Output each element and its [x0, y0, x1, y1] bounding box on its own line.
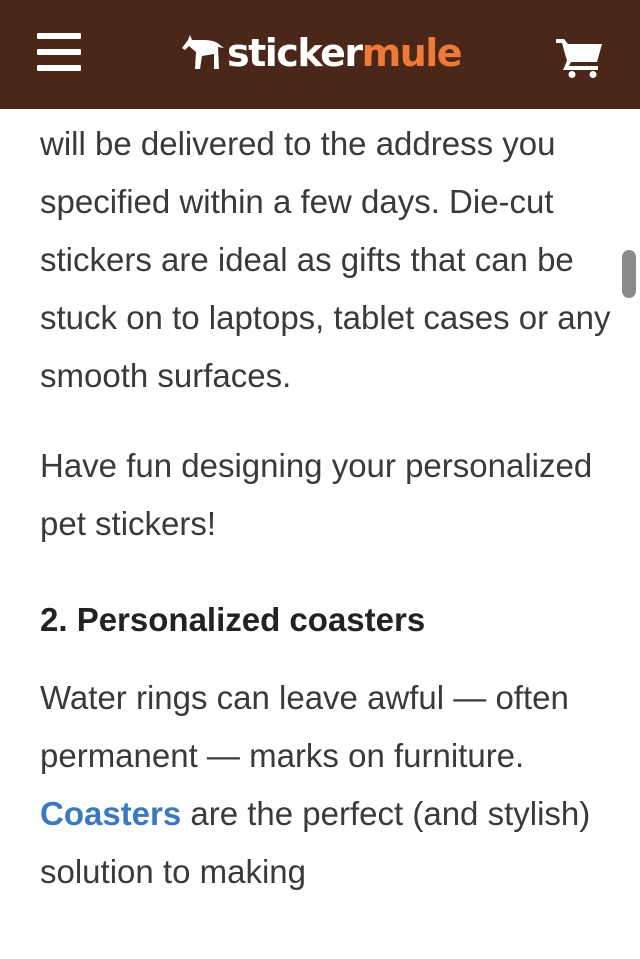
hamburger-icon [37, 33, 81, 39]
paragraph-text: Water rings can leave awful — often perm… [40, 679, 569, 774]
section-heading: 2. Personalized coasters [40, 601, 426, 638]
hamburger-menu-button[interactable] [37, 33, 81, 73]
article-paragraph: will be delivered to the address you spe… [40, 125, 611, 394]
cart-button[interactable] [556, 36, 604, 78]
scrollbar-thumb[interactable] [622, 250, 636, 298]
logo-text-sticker: sticker [227, 31, 363, 75]
stickermule-logo[interactable]: stickermule [180, 28, 463, 78]
coasters-link[interactable]: Coasters [40, 795, 181, 832]
shopping-cart-icon [556, 39, 602, 78]
article-content: will be delivered to the address you spe… [40, 115, 615, 901]
logo-text-mule: mule [361, 31, 463, 75]
article-paragraph: Water rings can leave awful — often perm… [40, 669, 615, 901]
top-nav-bar: stickermule [0, 0, 640, 109]
mule-icon [182, 35, 224, 69]
article-paragraph: Have fun designing your personalized pet… [40, 447, 593, 542]
